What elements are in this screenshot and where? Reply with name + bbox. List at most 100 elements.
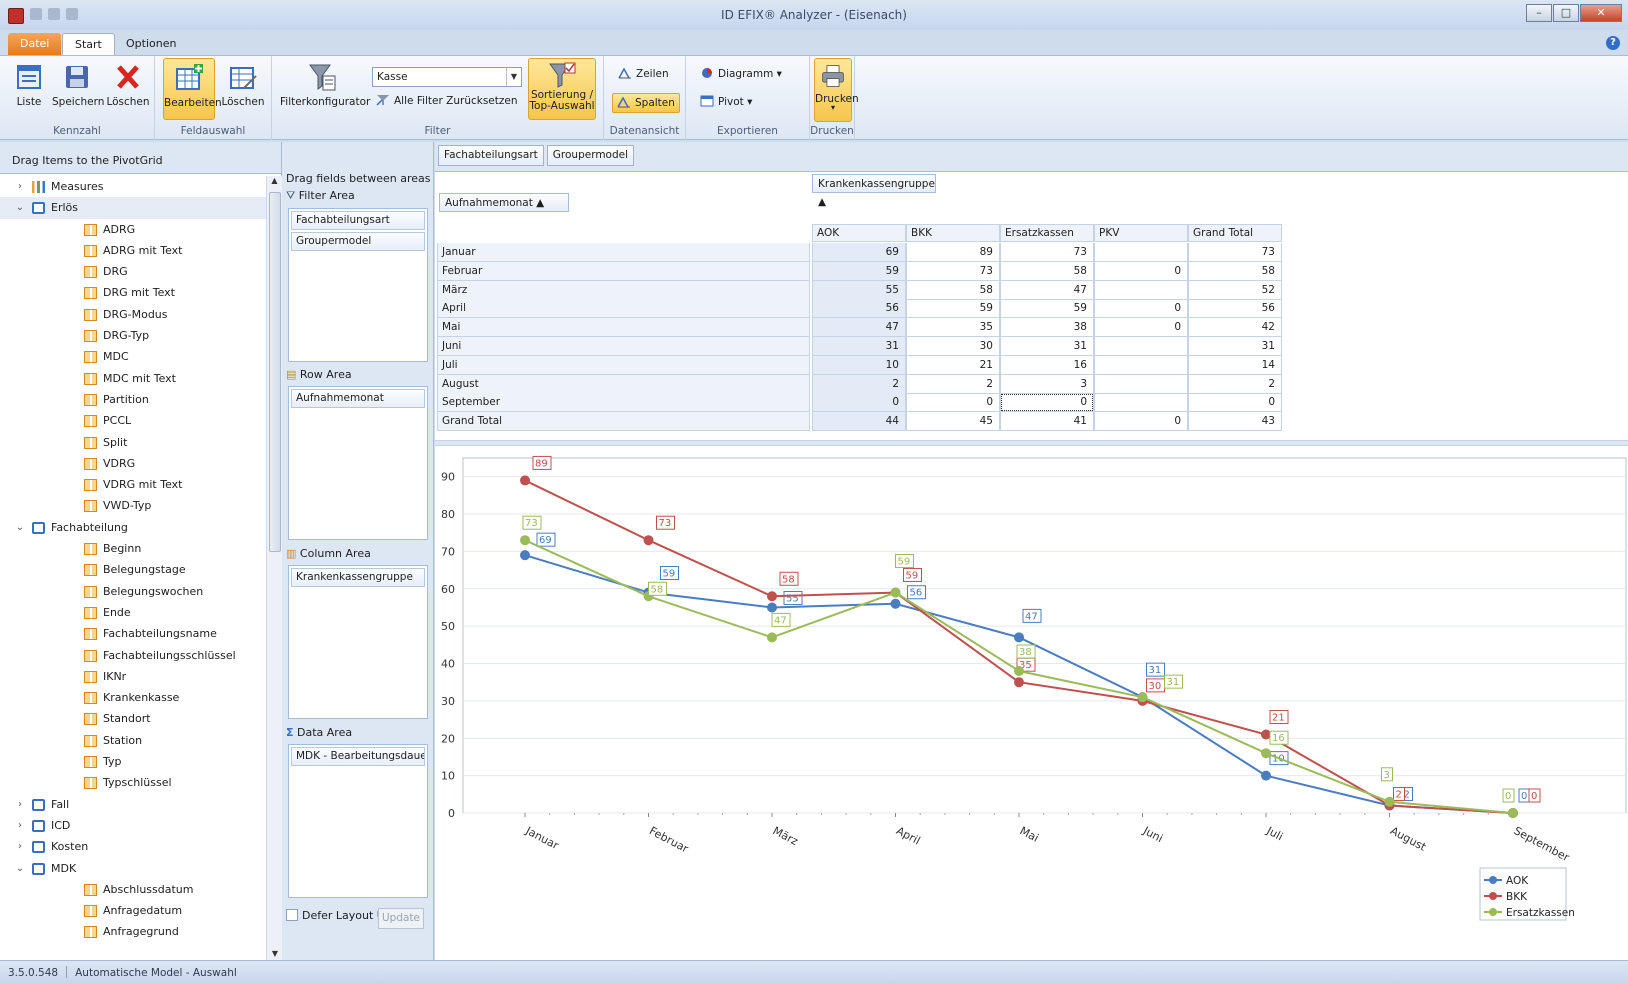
table-cell[interactable]: 44: [812, 412, 906, 432]
column-chip[interactable]: Krankenkassengruppe: [291, 568, 425, 587]
table-cell[interactable]: 2: [906, 374, 1000, 394]
tree-item[interactable]: Standort: [0, 708, 266, 729]
tree-item[interactable]: › Fall: [0, 794, 266, 815]
expand-icon[interactable]: ›: [14, 176, 26, 197]
tree-item[interactable]: Beginn: [0, 538, 266, 559]
table-cell[interactable]: 58: [906, 280, 1000, 300]
table-cell[interactable]: 0: [906, 393, 1000, 413]
row-chip[interactable]: Aufnahmemonat: [291, 389, 425, 408]
tree-item[interactable]: Ende: [0, 602, 266, 623]
tree-item[interactable]: Krankenkasse: [0, 687, 266, 708]
speichern-button[interactable]: Speichern: [52, 58, 104, 120]
tree-item[interactable]: ⌄ Erlös: [0, 197, 266, 219]
table-cell[interactable]: 59: [1000, 299, 1094, 319]
collapse-icon[interactable]: ⌄: [14, 197, 26, 218]
table-cell[interactable]: 38: [1000, 318, 1094, 338]
data-area[interactable]: MDK - Bearbeitungsdauer pr: [288, 744, 428, 898]
table-cell[interactable]: 0: [812, 393, 906, 413]
filterkonfigurator-button[interactable]: Filterkonfigurator: [280, 58, 370, 120]
table-cell[interactable]: 73: [906, 261, 1000, 281]
liste-button[interactable]: Liste: [10, 58, 48, 120]
minimize-button[interactable]: –: [1526, 4, 1552, 22]
update-button[interactable]: Update: [378, 908, 424, 929]
row-header[interactable]: April: [437, 299, 810, 319]
tree-item[interactable]: MDC mit Text: [0, 368, 266, 389]
table-cell[interactable]: 30: [906, 337, 1000, 356]
defer-layout-checkbox[interactable]: Defer Layout Up: [286, 909, 392, 922]
bearbeiten-button[interactable]: Bearbeiten: [163, 58, 222, 120]
table-cell[interactable]: 31: [812, 337, 906, 356]
drucken-button[interactable]: Drucken ▾: [814, 58, 859, 122]
scroll-up-icon[interactable]: ▲: [267, 176, 282, 185]
table-cell[interactable]: 73: [1188, 243, 1282, 262]
feld-loeschen-button[interactable]: Löschen: [219, 58, 267, 120]
filter-area[interactable]: Fachabteilungsart Groupermodel: [288, 208, 428, 362]
kasse-combobox[interactable]: Kasse ▼: [372, 67, 522, 87]
column-area[interactable]: Krankenkassengruppe: [288, 565, 428, 719]
tree-item[interactable]: Partition: [0, 389, 266, 410]
table-cell[interactable]: 41: [1000, 412, 1094, 432]
column-field-header[interactable]: Krankenkassengruppe ▲: [812, 174, 936, 208]
header-filter-chip[interactable]: Groupermodel: [546, 145, 635, 166]
tree-item[interactable]: ADRG: [0, 219, 266, 240]
expand-icon[interactable]: ›: [14, 836, 26, 857]
tree-item[interactable]: ⌄ Fachabteilung: [0, 517, 266, 538]
table-cell[interactable]: 43: [1188, 412, 1282, 432]
filter-chip[interactable]: Fachabteilungsart: [291, 211, 425, 230]
spalten-button[interactable]: Spalten: [612, 93, 680, 113]
row-header[interactable]: Mai: [437, 318, 810, 338]
table-cell[interactable]: 31: [1188, 337, 1282, 356]
pivot-chart-splitter[interactable]: [435, 440, 1628, 446]
table-cell[interactable]: 58: [1000, 261, 1094, 281]
row-header[interactable]: März: [437, 280, 810, 300]
tree-item[interactable]: Anfragegrund: [0, 921, 266, 942]
checkbox-icon[interactable]: [286, 909, 298, 921]
table-cell[interactable]: 42: [1188, 318, 1282, 338]
tree-item[interactable]: Abschlussdatum: [0, 879, 266, 900]
table-cell[interactable]: 31: [1000, 337, 1094, 356]
data-chip[interactable]: MDK - Bearbeitungsdauer pr: [291, 747, 425, 766]
loeschen-button[interactable]: Löschen: [106, 58, 150, 120]
column-header[interactable]: Grand Total: [1188, 224, 1282, 242]
table-cell[interactable]: [1094, 374, 1188, 394]
collapse-icon[interactable]: ⌄: [14, 517, 26, 538]
tab-options[interactable]: Optionen: [114, 33, 188, 55]
table-cell[interactable]: [1094, 280, 1188, 300]
tree-item[interactable]: Fachabteilungsschlüssel: [0, 645, 266, 666]
header-filter-chip[interactable]: Fachabteilungsart: [438, 145, 544, 166]
tree-item[interactable]: › Measures: [0, 176, 266, 197]
collapse-icon[interactable]: ⌄: [14, 858, 26, 879]
tree-item[interactable]: PCCL: [0, 410, 266, 431]
tab-file[interactable]: Datei: [8, 33, 62, 55]
tree-item[interactable]: DRG-Modus: [0, 304, 266, 325]
table-cell[interactable]: 0: [1094, 318, 1188, 338]
table-cell[interactable]: 16: [1000, 355, 1094, 375]
table-cell[interactable]: 58: [1188, 261, 1282, 281]
tree-item[interactable]: Anfragedatum: [0, 900, 266, 921]
row-header[interactable]: September: [437, 393, 810, 413]
table-cell[interactable]: 47: [812, 318, 906, 338]
row-header[interactable]: Juni: [437, 337, 810, 356]
tree-item[interactable]: Typ: [0, 751, 266, 772]
table-cell[interactable]: 55: [812, 280, 906, 300]
scrollbar-thumb[interactable]: [269, 192, 281, 552]
tree-item[interactable]: VWD-Typ: [0, 495, 266, 516]
chevron-down-icon[interactable]: ▼: [506, 68, 521, 86]
table-cell[interactable]: [1094, 337, 1188, 356]
table-cell[interactable]: 56: [812, 299, 906, 319]
table-cell[interactable]: 3: [1000, 374, 1094, 394]
tree-item[interactable]: VDRG mit Text: [0, 474, 266, 495]
help-icon[interactable]: ?: [1606, 36, 1620, 50]
table-cell[interactable]: 0: [1094, 261, 1188, 281]
row-area[interactable]: Aufnahmemonat: [288, 386, 428, 540]
tree-item[interactable]: Typschlüssel: [0, 772, 266, 793]
tree-item[interactable]: ADRG mit Text: [0, 240, 266, 261]
table-cell[interactable]: 35: [906, 318, 1000, 338]
maximize-button[interactable]: □: [1553, 4, 1579, 22]
table-cell[interactable]: 73: [1000, 243, 1094, 262]
table-cell[interactable]: 56: [1188, 299, 1282, 319]
close-button[interactable]: ✕: [1580, 4, 1622, 22]
tree-item[interactable]: › ICD: [0, 815, 266, 836]
sortierung-button[interactable]: Sortierung / Top-Auswahl: [528, 58, 596, 120]
tree-item[interactable]: IKNr: [0, 666, 266, 687]
